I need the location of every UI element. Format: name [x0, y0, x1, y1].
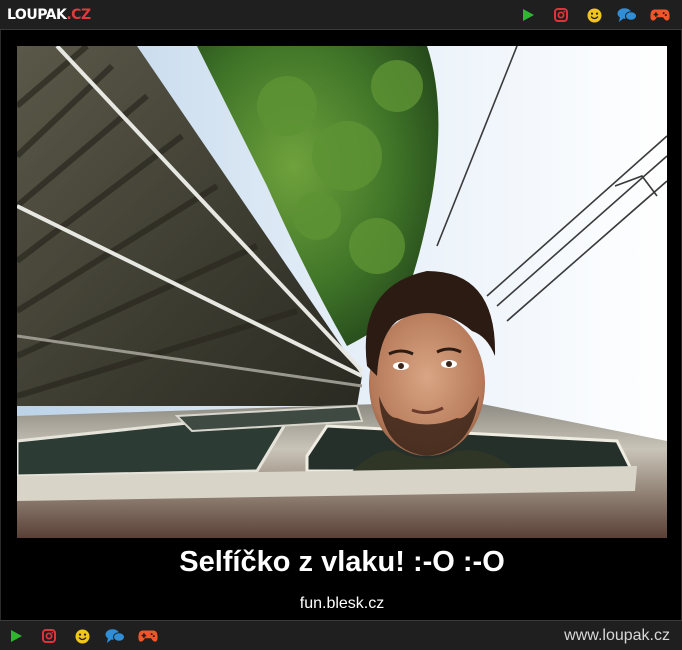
- logo-text: LOUPAK: [7, 7, 67, 23]
- play-icon[interactable]: [6, 626, 26, 646]
- post-frame: Selfíčko z vlaku! :-O :-O fun.blesk.cz: [0, 30, 682, 620]
- post-source: fun.blesk.cz: [299, 595, 385, 612]
- bottom-social-icons: [6, 626, 171, 646]
- smiley-icon[interactable]: [72, 626, 92, 646]
- chat-icon[interactable]: [105, 626, 125, 646]
- train-selfie-photo: [17, 46, 667, 538]
- smiley-icon[interactable]: [584, 5, 604, 25]
- instagram-icon[interactable]: [39, 626, 59, 646]
- top-bar: LOUPAK.CZ: [0, 0, 682, 30]
- gamepad-icon[interactable]: [138, 626, 158, 646]
- chat-icon[interactable]: [617, 5, 637, 25]
- instagram-icon[interactable]: [551, 5, 571, 25]
- post-image: [17, 46, 667, 538]
- logo-domain: .CZ: [66, 7, 91, 23]
- top-social-icons: [505, 5, 670, 25]
- post-caption: Selfíčko z vlaku! :-O :-O: [179, 546, 505, 578]
- play-icon[interactable]: [518, 5, 538, 25]
- bottom-bar: www.loupak.cz: [0, 620, 682, 650]
- gamepad-icon[interactable]: [650, 5, 670, 25]
- site-url-link[interactable]: www.loupak.cz: [564, 626, 670, 646]
- site-logo[interactable]: LOUPAK.CZ: [7, 5, 91, 25]
